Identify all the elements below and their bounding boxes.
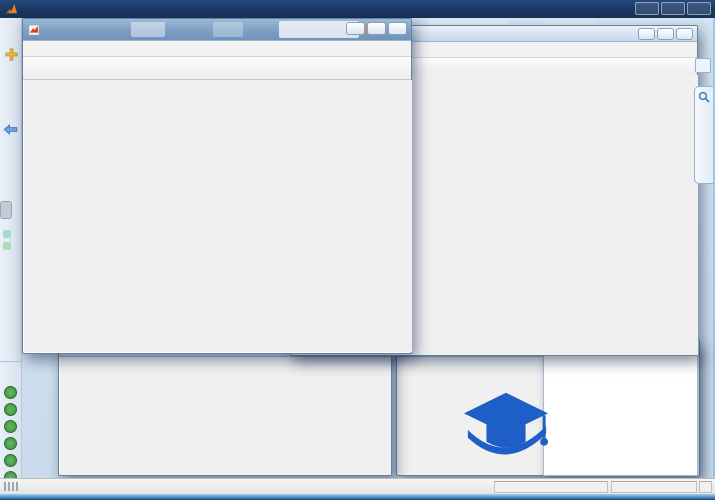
error-left-plot (60, 357, 391, 475)
matlab-desktop (0, 0, 715, 500)
biguo-watermark (462, 386, 714, 474)
comment-icon[interactable] (4, 386, 17, 399)
main-minimize-button[interactable] (635, 2, 659, 15)
comment-icon[interactable] (4, 437, 17, 450)
main-window-titlebar[interactable] (0, 0, 715, 18)
dock-collapse-button[interactable] (695, 58, 711, 73)
training-comparison-plot (24, 80, 412, 352)
fig1-minimize-button[interactable] (346, 22, 365, 35)
left-scrollbar-thumb[interactable] (0, 201, 12, 219)
back-arrow-icon[interactable] (3, 124, 18, 135)
main-left-dock (0, 18, 22, 484)
matlab-icon (5, 3, 18, 13)
comment-icon[interactable] (4, 420, 17, 433)
fig2-minimize-button[interactable] (638, 28, 655, 40)
workspace-tab[interactable] (694, 86, 713, 184)
comment-icon[interactable] (4, 403, 17, 416)
window-bottom-edge (0, 494, 715, 500)
comment-icon[interactable] (4, 454, 17, 467)
fig1-maximize-button[interactable] (367, 22, 386, 35)
magnifier-icon (698, 91, 710, 103)
new-script-icon[interactable] (5, 48, 18, 61)
fig2-maximize-button[interactable] (657, 28, 674, 40)
main-close-button[interactable] (687, 2, 711, 15)
fig1-menubar (23, 41, 411, 57)
fig1-titlebar[interactable] (23, 19, 411, 41)
main-maximize-button[interactable] (661, 2, 685, 15)
figure1-window[interactable] (22, 18, 412, 354)
fig1-close-button[interactable] (388, 22, 407, 35)
figure-window-error-left[interactable] (58, 340, 392, 476)
fig1-toolbar (23, 57, 411, 80)
fig2-close-button[interactable] (676, 28, 693, 40)
figure-window-icon (28, 23, 40, 36)
main-statusbar (0, 478, 715, 494)
statusbar-grip-icon[interactable] (4, 482, 20, 491)
biguo-logo-cap-icon (463, 392, 549, 455)
